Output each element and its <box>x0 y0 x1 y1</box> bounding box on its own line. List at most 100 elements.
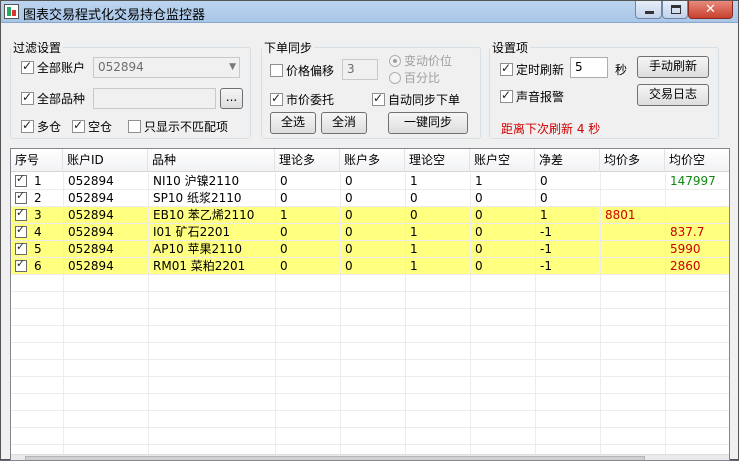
row-checkbox[interactable] <box>15 240 27 255</box>
table-row[interactable]: 4 052894 I01 矿石2201 0 0 1 0 -1 837.7 <box>11 223 729 241</box>
column-header-account[interactable]: 账户ID <box>63 149 148 172</box>
position-table[interactable]: 序号 账户ID 品种 理论多 账户多 理论空 账户空 净差 均价多 均价空 1 0… <box>10 148 730 461</box>
column-header-acct-short[interactable]: 账户空 <box>470 149 535 172</box>
manual-refresh-button[interactable]: 手动刷新 <box>637 56 709 78</box>
cell-account: 052894 <box>68 259 114 273</box>
cell-theo-short: 1 <box>410 174 418 188</box>
column-header-theo-long[interactable]: 理论多 <box>275 149 340 172</box>
grid-line-horizontal <box>11 257 729 258</box>
scrollbar-thumb[interactable] <box>25 456 645 460</box>
auto-sync-checkbox[interactable]: 自动同步下单 <box>372 91 460 108</box>
change-price-radio[interactable]: 变动价位 <box>389 52 452 69</box>
long-position-label: 多仓 <box>37 120 62 134</box>
all-products-checkbox[interactable]: 全部品种 <box>21 90 85 107</box>
grid-line-horizontal <box>11 223 729 224</box>
column-header-product[interactable]: 品种 <box>148 149 275 172</box>
deselect-all-button[interactable]: 全消 <box>321 112 367 134</box>
grid-line-vertical <box>148 172 149 457</box>
close-button[interactable]: ✕ <box>688 1 733 19</box>
row-checkbox[interactable] <box>15 223 27 238</box>
cell-no: 4 <box>34 225 42 239</box>
cell-product: NI10 沪镍2110 <box>153 174 240 188</box>
cell-avg-short: 837.7 <box>670 225 705 239</box>
cell-net: 0 <box>540 174 548 188</box>
checkbox-box[interactable] <box>500 61 513 76</box>
cell-avg-short: 5990 <box>670 242 701 256</box>
cell-avg-long <box>602 241 665 258</box>
grid-line-vertical <box>275 172 276 457</box>
price-offset-input[interactable]: 3 <box>342 59 378 80</box>
price-offset-checkbox[interactable]: 价格偏移 <box>270 62 334 79</box>
table-row[interactable]: 6 052894 RM01 菜粕2201 0 0 1 0 -1 2860 <box>11 257 729 275</box>
cell-product: EB10 苯乙烯2110 <box>153 208 255 222</box>
seconds-unit: 秒 <box>615 63 628 77</box>
table-row[interactable]: 2 052894 SP10 纸浆2110 0 0 0 0 0 <box>11 189 729 207</box>
cell-net: -1 <box>540 259 552 273</box>
cell-acct-short: 0 <box>475 225 483 239</box>
minimize-button[interactable] <box>635 1 662 19</box>
auto-sync-label: 自动同步下单 <box>388 93 461 107</box>
cell-account: 052894 <box>68 191 114 205</box>
checkbox-box[interactable] <box>21 90 34 105</box>
grid-line-horizontal <box>11 189 729 190</box>
checkbox-box[interactable] <box>128 120 141 133</box>
maximize-button[interactable] <box>662 1 688 19</box>
select-all-button[interactable]: 全选 <box>270 112 316 134</box>
cell-theo-long: 0 <box>280 225 288 239</box>
row-checkbox[interactable] <box>15 172 27 187</box>
browse-products-button[interactable]: ... <box>220 88 243 109</box>
checkbox-box[interactable] <box>372 91 385 106</box>
table-row[interactable]: 5 052894 AP10 苹果2110 0 0 1 0 -1 5990 <box>11 240 729 258</box>
cell-account: 052894 <box>68 208 114 222</box>
product-input[interactable] <box>93 88 216 109</box>
chevron-down-icon: ▼ <box>229 62 236 72</box>
one-click-sync-button[interactable]: 一键同步 <box>388 112 468 134</box>
market-order-checkbox[interactable]: 市价委托 <box>270 91 334 108</box>
timed-refresh-checkbox[interactable]: 定时刷新 <box>500 61 564 78</box>
table-row[interactable]: 3 052894 EB10 苯乙烯2110 1 0 0 0 1 8801 <box>11 206 729 224</box>
column-header-no[interactable]: 序号 <box>11 149 63 172</box>
row-checkbox[interactable] <box>15 257 27 272</box>
account-select[interactable]: 052894 ▼ <box>93 57 240 78</box>
row-checkbox[interactable] <box>15 206 27 221</box>
cell-avg-long <box>602 190 665 207</box>
cell-avg-long <box>602 173 665 190</box>
checkbox-box[interactable] <box>270 64 283 77</box>
checkbox-box[interactable] <box>21 118 34 133</box>
row-checkbox[interactable] <box>15 189 27 204</box>
grid-line-horizontal <box>11 274 729 275</box>
refresh-interval-input[interactable]: 5 <box>570 57 608 78</box>
maximize-icon <box>671 5 681 14</box>
checkbox-box[interactable] <box>500 88 513 103</box>
cell-net: 0 <box>540 191 548 205</box>
radio-dot[interactable] <box>389 71 401 84</box>
column-header-avg-short[interactable]: 均价空 <box>665 149 729 172</box>
title-bar[interactable]: 图表交易程式化交易持仓监控器 ✕ <box>1 1 738 23</box>
price-offset-label: 价格偏移 <box>286 64 335 78</box>
column-header-net[interactable]: 净差 <box>535 149 600 172</box>
cell-theo-short: 0 <box>410 191 418 205</box>
grid-line-horizontal <box>11 444 729 445</box>
mismatch-only-label: 只显示不匹配项 <box>144 120 229 134</box>
table-row[interactable]: 1 052894 NI10 沪镍2110 0 0 1 1 0 147997 <box>11 172 729 190</box>
sound-alarm-label: 声音报警 <box>516 90 565 104</box>
checkbox-box[interactable] <box>21 59 34 74</box>
sound-alarm-checkbox[interactable]: 声音报警 <box>500 88 564 105</box>
percent-radio[interactable]: 百分比 <box>389 69 440 86</box>
timed-refresh-label: 定时刷新 <box>516 63 565 77</box>
trade-log-button[interactable]: 交易日志 <box>637 84 709 106</box>
checkbox-box[interactable] <box>72 118 85 133</box>
checkbox-box[interactable] <box>270 91 283 106</box>
cell-net: 1 <box>540 208 548 222</box>
grid-line-horizontal <box>11 206 729 207</box>
radio-dot[interactable] <box>389 54 401 67</box>
long-position-checkbox[interactable]: 多仓 <box>21 118 61 135</box>
cell-theo-long: 0 <box>280 242 288 256</box>
short-position-label: 空仓 <box>88 120 113 134</box>
column-header-acct-long[interactable]: 账户多 <box>340 149 405 172</box>
column-header-theo-short[interactable]: 理论空 <box>405 149 470 172</box>
mismatch-only-checkbox[interactable]: 只显示不匹配项 <box>128 118 228 135</box>
short-position-checkbox[interactable]: 空仓 <box>72 118 112 135</box>
column-header-avg-long[interactable]: 均价多 <box>600 149 665 172</box>
all-accounts-checkbox[interactable]: 全部账户 <box>21 59 85 76</box>
